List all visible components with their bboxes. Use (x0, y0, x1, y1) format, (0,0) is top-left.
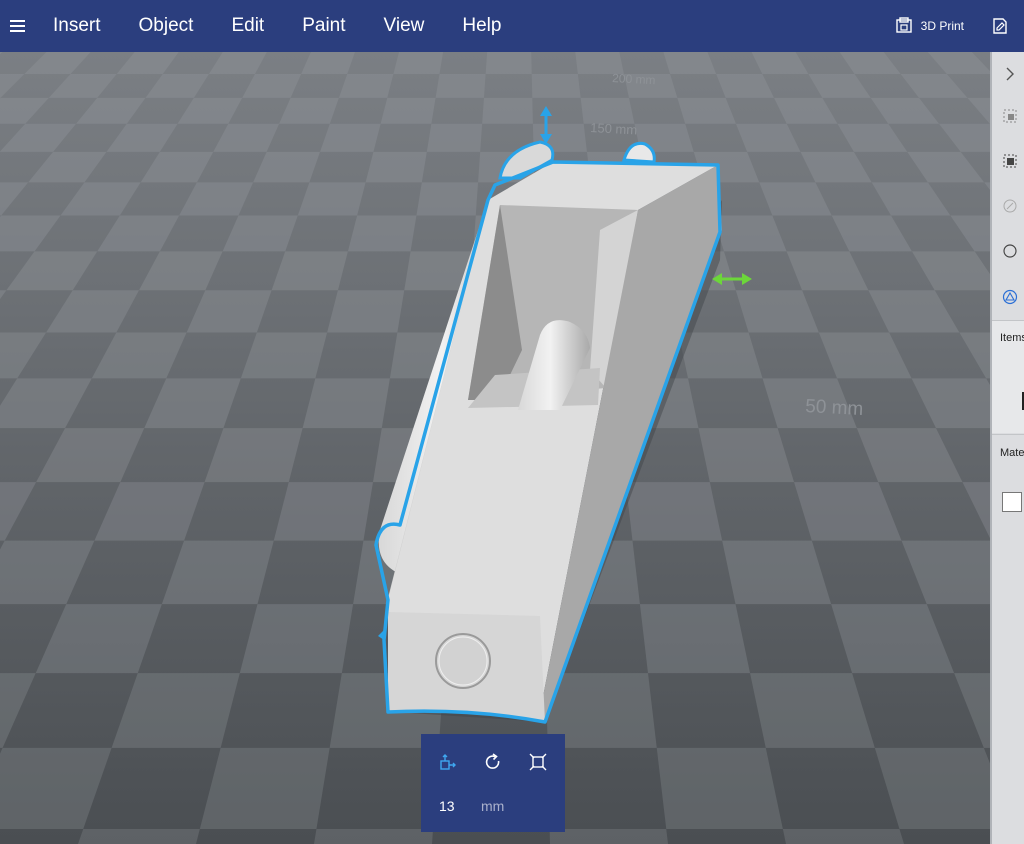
floor-tile (625, 482, 723, 541)
menu-insert[interactable]: Insert (34, 0, 120, 52)
transform-panel: 13 mm (421, 734, 565, 832)
floor-tile (297, 182, 366, 216)
transform-unit-label: mm (481, 798, 505, 814)
floor-tile (416, 182, 479, 216)
floor-tile (347, 215, 417, 252)
floor-tile (338, 74, 394, 98)
right-side-panel: Items Mate (990, 52, 1024, 844)
floor-tile (426, 123, 483, 152)
floor-tile (678, 332, 763, 379)
floor-tile (314, 829, 434, 844)
menu-paint[interactable]: Paint (283, 0, 364, 52)
floor-tile (482, 97, 533, 124)
duplicate-icon[interactable] (998, 149, 1022, 173)
menu-object[interactable]: Object (120, 0, 213, 52)
solid-view-icon[interactable] (998, 285, 1022, 309)
move-tool-icon (440, 754, 456, 770)
publish-icon (993, 18, 1007, 34)
floor-tile (698, 428, 795, 483)
floor-tile (273, 482, 373, 541)
material-label: Mate (1000, 447, 1024, 459)
items-label: Items (1000, 332, 1024, 344)
grid-label-150mm: 150 mm (590, 120, 638, 137)
floor-tile (531, 74, 581, 98)
floor-tile (435, 74, 486, 98)
floor-tile (380, 97, 436, 124)
floor-tile (239, 604, 354, 674)
floor-tile (78, 829, 200, 844)
menu-view[interactable]: View (365, 0, 444, 52)
floor-tile (639, 604, 751, 674)
magic-fix-icon[interactable] (998, 194, 1022, 218)
menu-help[interactable]: Help (443, 0, 520, 52)
floor-tile (677, 97, 736, 124)
menu-bar: Insert Object Edit Paint View Help 3D Pr… (0, 0, 1024, 52)
floor-tile (485, 52, 532, 74)
floor-tile (393, 52, 444, 74)
publish-button[interactable] (976, 0, 1024, 52)
collapse-panel-chevron-icon[interactable] (998, 62, 1022, 86)
rotate-tool-button[interactable] (479, 748, 507, 776)
floor-tile (663, 52, 717, 74)
scale-tool-button[interactable] (524, 748, 552, 776)
scale-icon (529, 753, 547, 771)
menu-edit[interactable]: Edit (212, 0, 283, 52)
floor-tile (580, 97, 635, 124)
transform-value-field[interactable]: 13 (439, 798, 455, 814)
floor-tile (302, 378, 390, 429)
floor-tile (365, 151, 427, 183)
floor-tile (327, 290, 405, 333)
circle-select-icon[interactable] (998, 239, 1022, 263)
3d-viewport[interactable]: 200 mm 150 mm 50 mm (0, 52, 992, 844)
grid-label-200mm: 200 mm (612, 71, 656, 87)
3d-print-icon (895, 17, 912, 33)
floor-tile (782, 829, 904, 844)
model-front-hole-inner (438, 636, 488, 686)
floor-tile (656, 747, 783, 830)
panel-divider (992, 434, 1024, 435)
3d-print-label: 3D Print (920, 19, 964, 33)
floor-tile (549, 829, 668, 844)
hamburger-menu-icon[interactable] (0, 0, 34, 52)
move-tool-button[interactable] (434, 748, 462, 776)
floor-tile (320, 123, 381, 152)
rotate-icon (485, 753, 500, 769)
group-icon[interactable] (998, 104, 1022, 128)
3d-print-button[interactable]: 3D Print (883, 0, 976, 52)
grid-label-50mm: 50 mm (805, 396, 864, 420)
floor-tile (199, 747, 330, 830)
material-swatch[interactable] (1002, 492, 1022, 512)
